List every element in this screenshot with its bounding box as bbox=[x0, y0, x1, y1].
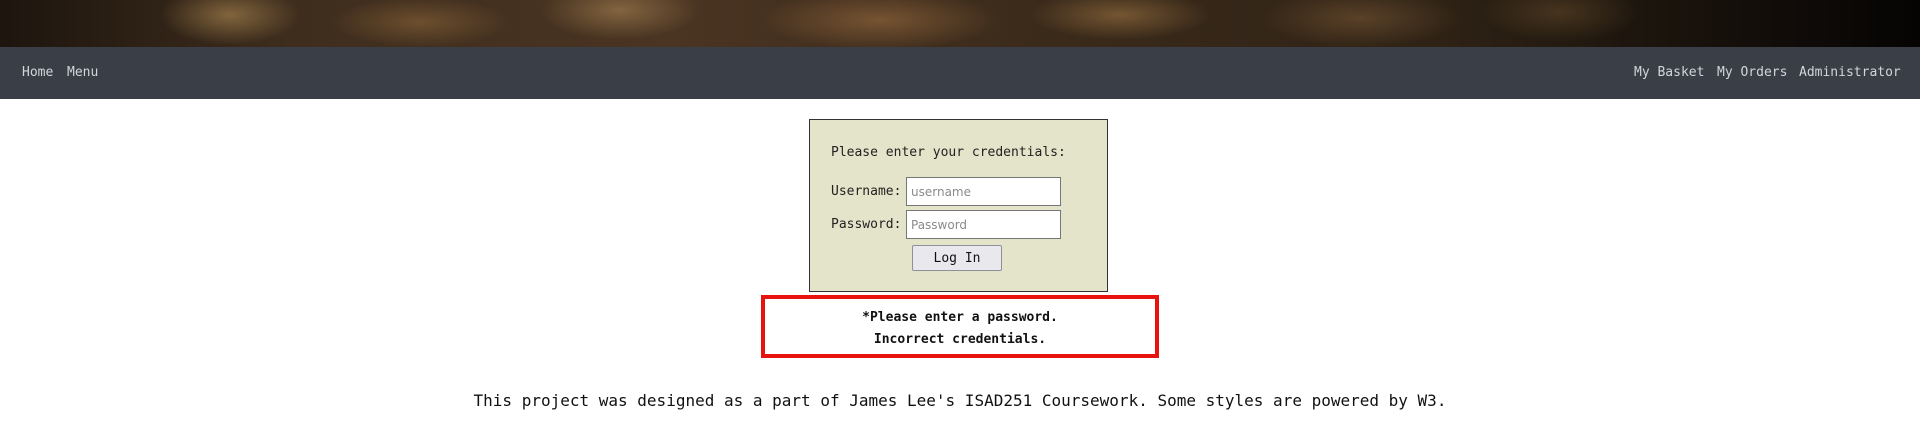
login-prompt: Please enter your credentials: bbox=[831, 145, 1066, 160]
login-button[interactable]: Log In bbox=[912, 245, 1002, 271]
login-form: Please enter your credentials: Username:… bbox=[809, 119, 1108, 292]
error-message-incorrect-credentials: Incorrect credentials. bbox=[873, 332, 1047, 347]
footer-text: This project was designed as a part of J… bbox=[473, 391, 1447, 410]
nav-menu-link[interactable]: Menu bbox=[67, 65, 98, 80]
username-label: Username: bbox=[831, 184, 902, 199]
nav-my-orders-link[interactable]: My Orders bbox=[1717, 65, 1787, 80]
top-navbar: Home Menu My Basket My Orders Administra… bbox=[0, 47, 1920, 99]
header-banner-image bbox=[0, 0, 1920, 47]
error-message-box: *Please enter a password. Incorrect cred… bbox=[761, 295, 1159, 358]
nav-home-link[interactable]: Home bbox=[22, 65, 53, 80]
nav-my-basket-link[interactable]: My Basket bbox=[1634, 65, 1704, 80]
error-message-password-required: *Please enter a password. bbox=[862, 310, 1058, 325]
password-input[interactable] bbox=[906, 210, 1061, 239]
username-input[interactable] bbox=[906, 177, 1061, 206]
password-label: Password: bbox=[831, 217, 902, 232]
nav-administrator-link[interactable]: Administrator bbox=[1799, 65, 1901, 80]
